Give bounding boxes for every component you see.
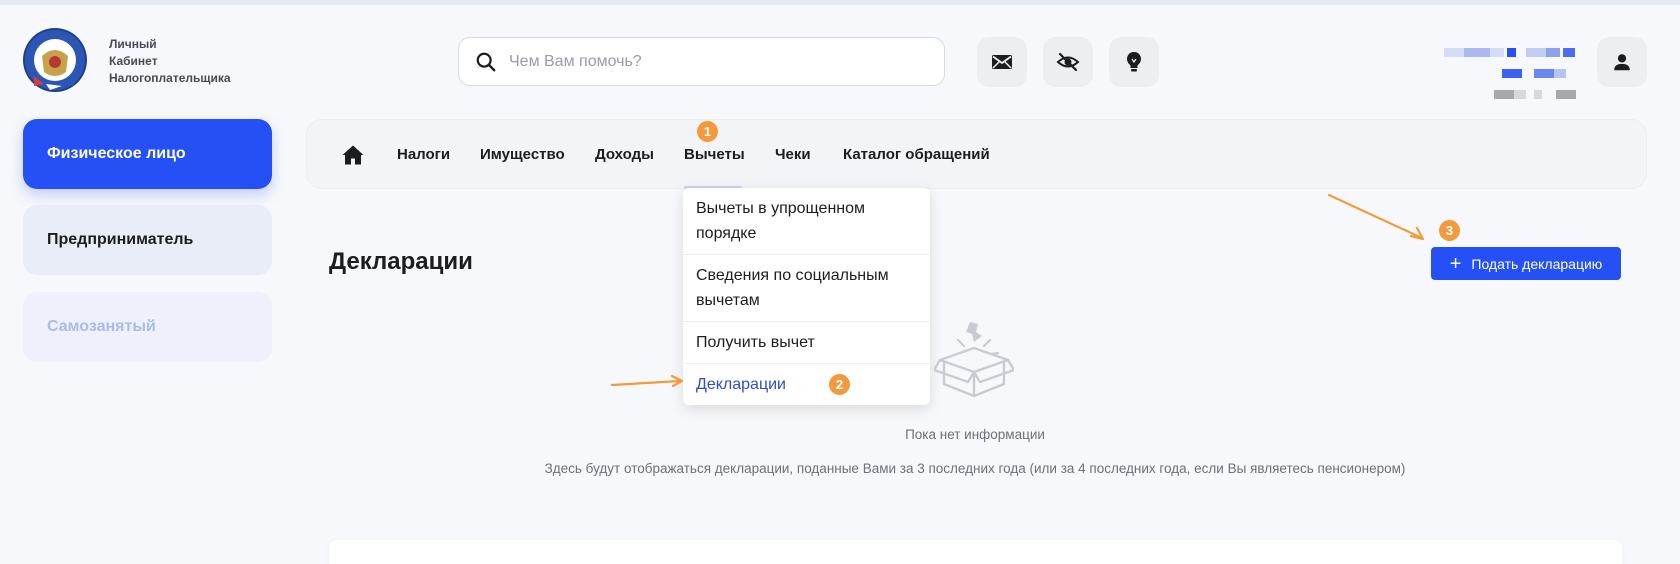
page-title: Декларации: [329, 248, 473, 275]
search-bar[interactable]: [458, 37, 945, 86]
brand-title: Личный Кабинет Налогоплательщика: [109, 36, 231, 87]
mail-icon: [992, 55, 1012, 69]
empty-state-description: Здесь будут отображаться декларации, под…: [544, 461, 1406, 476]
brand-line-2: Кабинет: [109, 54, 158, 68]
submit-declaration-label: Подать декларацию: [1471, 255, 1603, 272]
submit-declaration-button[interactable]: + Подать декларацию: [1431, 247, 1621, 280]
nav-item-requests-catalog[interactable]: Каталог обращений: [843, 120, 990, 190]
nav-item-income[interactable]: Доходы: [595, 120, 654, 190]
dropdown-item-label: Сведения по социальным: [696, 267, 889, 284]
user-icon: [1614, 54, 1630, 71]
dropdown-item-get-deduction[interactable]: Получить вычет: [683, 322, 930, 364]
nav-item-property[interactable]: Имущество: [480, 120, 565, 190]
role-tab-entrepreneur[interactable]: Предприниматель: [23, 205, 272, 275]
brand-line-3: Налогоплательщика: [109, 71, 231, 85]
search-icon: [476, 52, 496, 71]
brand-line-1: Личный: [109, 37, 157, 51]
nav-item-taxes[interactable]: Налоги: [397, 120, 450, 190]
step-badge-1: 1: [697, 121, 718, 142]
search-input[interactable]: [509, 52, 909, 71]
deductions-dropdown-menu: Вычеты в упрощенном порядке Сведения по …: [683, 188, 930, 405]
main-navigation: Налоги Имущество Доходы Вычеты Чеки Ката…: [306, 119, 1647, 189]
lightbulb-icon: [1127, 52, 1141, 72]
tips-button[interactable]: [1109, 37, 1159, 87]
role-tab-self-employed[interactable]: Самозанятый: [23, 292, 272, 362]
annotation-arrow-submit: [1327, 193, 1425, 241]
role-tab-individual[interactable]: Физическое лицо: [23, 119, 272, 189]
step-badge-3: 3: [1439, 220, 1460, 241]
plus-icon: +: [1449, 252, 1462, 275]
empty-state-title: Пока нет информации: [905, 427, 1045, 442]
messages-button[interactable]: [977, 37, 1027, 87]
dropdown-item-social-deductions-info[interactable]: Сведения по социальным вычетам: [683, 255, 930, 322]
home-icon[interactable]: [341, 143, 365, 167]
empty-box-icon: [934, 322, 1014, 398]
dropdown-item-label: вычетам: [696, 292, 760, 309]
fns-emblem-logo[interactable]: [22, 26, 88, 94]
dropdown-item-label: Декларации: [696, 376, 786, 393]
content-card: [329, 540, 1622, 564]
dropdown-item-label: порядке: [696, 225, 757, 242]
nav-item-receipts[interactable]: Чеки: [775, 120, 811, 190]
dropdown-item-declarations[interactable]: Декларации: [683, 364, 930, 405]
dropdown-item-label: Вычеты в упрощенном: [696, 200, 866, 217]
profile-button[interactable]: [1597, 37, 1647, 87]
visually-impaired-button[interactable]: [1043, 37, 1093, 87]
eye-off-icon: [1056, 52, 1080, 72]
dropdown-item-label: Получить вычет: [696, 334, 815, 351]
step-badge-2: 2: [829, 374, 850, 395]
dropdown-item-simplified-deductions[interactable]: Вычеты в упрощенном порядке: [683, 188, 930, 255]
annotation-arrow-declarations: [610, 374, 684, 388]
top-border: [0, 0, 1680, 5]
